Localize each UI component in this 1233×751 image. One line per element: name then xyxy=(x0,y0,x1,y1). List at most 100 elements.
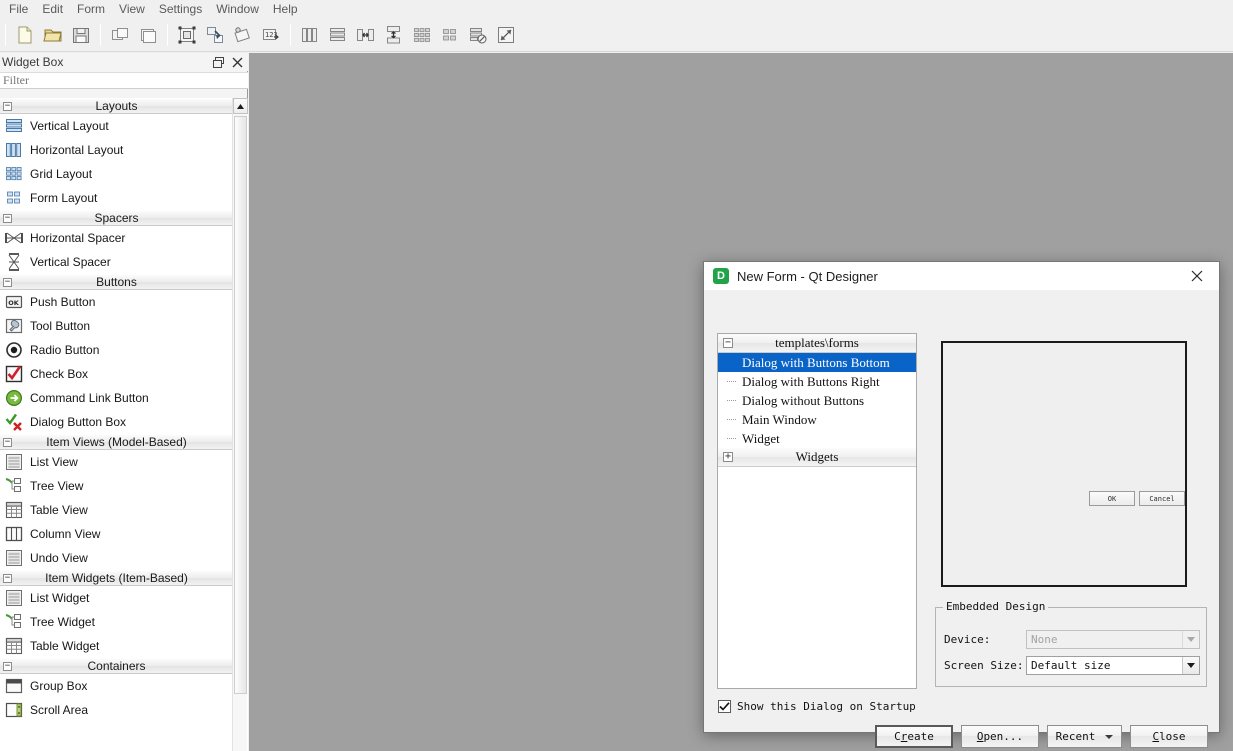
screen-size-select[interactable]: Default size xyxy=(1026,656,1200,675)
template-tree[interactable]: − templates\forms Dialog with Buttons Bott… xyxy=(717,333,917,689)
menu-form[interactable]: Form xyxy=(70,0,112,18)
section-label: Containers xyxy=(87,659,146,673)
tree-item-widget[interactable]: Widget xyxy=(718,429,916,448)
widget-item-label: Command Link Button xyxy=(30,391,149,405)
toolbar-separator xyxy=(290,23,291,46)
widget-item-vertical-spacer[interactable]: Vertical Spacer xyxy=(0,250,233,274)
edit-tab-order-icon[interactable]: 123 xyxy=(258,22,284,48)
tree-item-main-window[interactable]: Main Window xyxy=(718,410,916,429)
edit-buddies-icon[interactable] xyxy=(230,22,256,48)
adjust-size-icon[interactable] xyxy=(493,22,519,48)
collapse-icon[interactable]: − xyxy=(3,214,12,223)
layout-vertical-icon[interactable] xyxy=(325,22,351,48)
widget-item-radio-button[interactable]: Radio Button xyxy=(0,338,233,362)
collapse-icon[interactable]: − xyxy=(3,438,12,447)
open-button[interactable]: Open... xyxy=(961,725,1039,748)
scrollbar-thumb[interactable] xyxy=(234,116,247,694)
widget-box-section-item-widgets-item-based[interactable]: − Item Widgets (Item-Based) xyxy=(0,570,233,586)
widget-item-check-box[interactable]: Check Box xyxy=(0,362,233,386)
collapse-icon[interactable]: − xyxy=(3,574,12,583)
widget-item-tree-view[interactable]: Tree View xyxy=(0,474,233,498)
widget-item-command-link-button[interactable]: Command Link Button xyxy=(0,386,233,410)
widget-item-table-view[interactable]: Table View xyxy=(0,498,233,522)
widget-item-scroll-area[interactable]: Scroll Area xyxy=(0,698,233,722)
tree-item-dialog-with-buttons-right[interactable]: Dialog with Buttons Right xyxy=(718,372,916,391)
widget-item-grid-layout[interactable]: Grid Layout xyxy=(0,162,233,186)
tree-item-label: Widget xyxy=(742,430,780,446)
close-button[interactable]: Close xyxy=(1130,725,1208,748)
widget-item-list-widget[interactable]: List Widget xyxy=(0,586,233,610)
collapse-icon[interactable]: − xyxy=(3,662,12,671)
widget-item-label: Vertical Layout xyxy=(30,119,109,133)
widget-item-table-widget[interactable]: Table Widget xyxy=(0,634,233,658)
tile-window-icon[interactable] xyxy=(135,22,161,48)
scroll-up-arrow-icon[interactable] xyxy=(233,98,248,114)
tree-widget-icon xyxy=(4,612,24,632)
menu-window[interactable]: Window xyxy=(209,0,266,18)
tree-section-templates-forms[interactable]: − templates\forms xyxy=(718,334,916,353)
close-icon[interactable] xyxy=(229,54,245,70)
close-icon[interactable] xyxy=(1174,262,1219,291)
save-floppy-icon[interactable] xyxy=(68,22,94,48)
widget-box-section-layouts[interactable]: − Layouts xyxy=(0,98,233,114)
widget-box-section-item-views-model-based[interactable]: − Item Views (Model-Based) xyxy=(0,434,233,450)
widget-box-section-containers[interactable]: − Containers xyxy=(0,658,233,674)
new-form-icon[interactable] xyxy=(12,22,38,48)
widget-item-tree-widget[interactable]: Tree Widget xyxy=(0,610,233,634)
layout-splitter-vertical-icon[interactable] xyxy=(381,22,407,48)
menu-view[interactable]: View xyxy=(112,0,152,18)
break-layout-icon[interactable] xyxy=(465,22,491,48)
edit-signals-slots-icon[interactable] xyxy=(202,22,228,48)
grid-layout-icon xyxy=(4,164,24,184)
open-folder-icon[interactable] xyxy=(40,22,66,48)
menu-edit[interactable]: Edit xyxy=(35,0,70,18)
widget-box-filter-input[interactable] xyxy=(0,72,248,89)
widget-item-group-box[interactable]: Group Box xyxy=(0,674,233,698)
float-icon[interactable] xyxy=(210,54,226,70)
layout-splitter-horizontal-icon[interactable] xyxy=(353,22,379,48)
widget-item-dialog-button-box[interactable]: Dialog Button Box xyxy=(0,410,233,434)
show-dialog-on-startup-checkbox[interactable]: Show this Dialog on Startup xyxy=(718,700,916,713)
tree-item-dialog-without-buttons[interactable]: Dialog without Buttons xyxy=(718,391,916,410)
collapse-icon[interactable]: − xyxy=(723,338,733,348)
check-icon xyxy=(719,702,730,711)
menu-help[interactable]: Help xyxy=(266,0,305,18)
check-box-icon xyxy=(4,364,24,384)
create-button[interactable]: Create xyxy=(875,725,953,748)
widget-box-title: Widget Box xyxy=(2,55,64,69)
tree-item-label: Dialog with Buttons Right xyxy=(742,373,880,389)
collapse-icon[interactable]: − xyxy=(3,278,12,287)
widget-item-label: Horizontal Spacer xyxy=(30,231,126,245)
expand-icon[interactable]: + xyxy=(723,452,733,462)
widget-box-scrollbar[interactable] xyxy=(232,98,248,751)
tree-item-dialog-with-buttons-bottom[interactable]: Dialog with Buttons Bottom xyxy=(718,353,916,372)
layout-horizontal-icon[interactable] xyxy=(297,22,323,48)
widget-box-section-buttons[interactable]: − Buttons xyxy=(0,274,233,290)
layout-form-icon[interactable] xyxy=(437,22,463,48)
widget-item-tool-button[interactable]: Tool Button xyxy=(0,314,233,338)
chevron-down-icon[interactable] xyxy=(1105,734,1114,739)
widget-item-undo-view[interactable]: Undo View xyxy=(0,546,233,570)
recent-button[interactable]: Recent xyxy=(1047,725,1122,748)
list-view-icon xyxy=(4,452,24,472)
widget-item-vertical-layout[interactable]: Vertical Layout xyxy=(0,114,233,138)
layout-grid-icon[interactable] xyxy=(409,22,435,48)
widget-item-form-layout[interactable]: Form Layout xyxy=(0,186,233,210)
tree-section-widgets[interactable]: + Widgets xyxy=(718,448,916,467)
widget-item-list-view[interactable]: List View xyxy=(0,450,233,474)
widget-item-horizontal-layout[interactable]: Horizontal Layout xyxy=(0,138,233,162)
vertical-spacer-icon xyxy=(4,252,24,272)
screen-size-row: Screen Size: Default size xyxy=(944,656,1200,675)
collapse-icon[interactable]: − xyxy=(3,102,12,111)
widget-item-label: Radio Button xyxy=(30,343,100,357)
menu-settings[interactable]: Settings xyxy=(152,0,209,18)
widget-item-horizontal-spacer[interactable]: Horizontal Spacer xyxy=(0,226,233,250)
copy-windows-icon[interactable] xyxy=(107,22,133,48)
widget-box-section-spacers[interactable]: − Spacers xyxy=(0,210,233,226)
menu-file[interactable]: File xyxy=(2,0,35,18)
edit-widgets-icon[interactable] xyxy=(174,22,200,48)
widget-item-column-view[interactable]: Column View xyxy=(0,522,233,546)
vertical-layout-icon xyxy=(4,116,24,136)
device-select[interactable]: None xyxy=(1026,630,1200,649)
widget-item-push-button[interactable]: OK Push Button xyxy=(0,290,233,314)
